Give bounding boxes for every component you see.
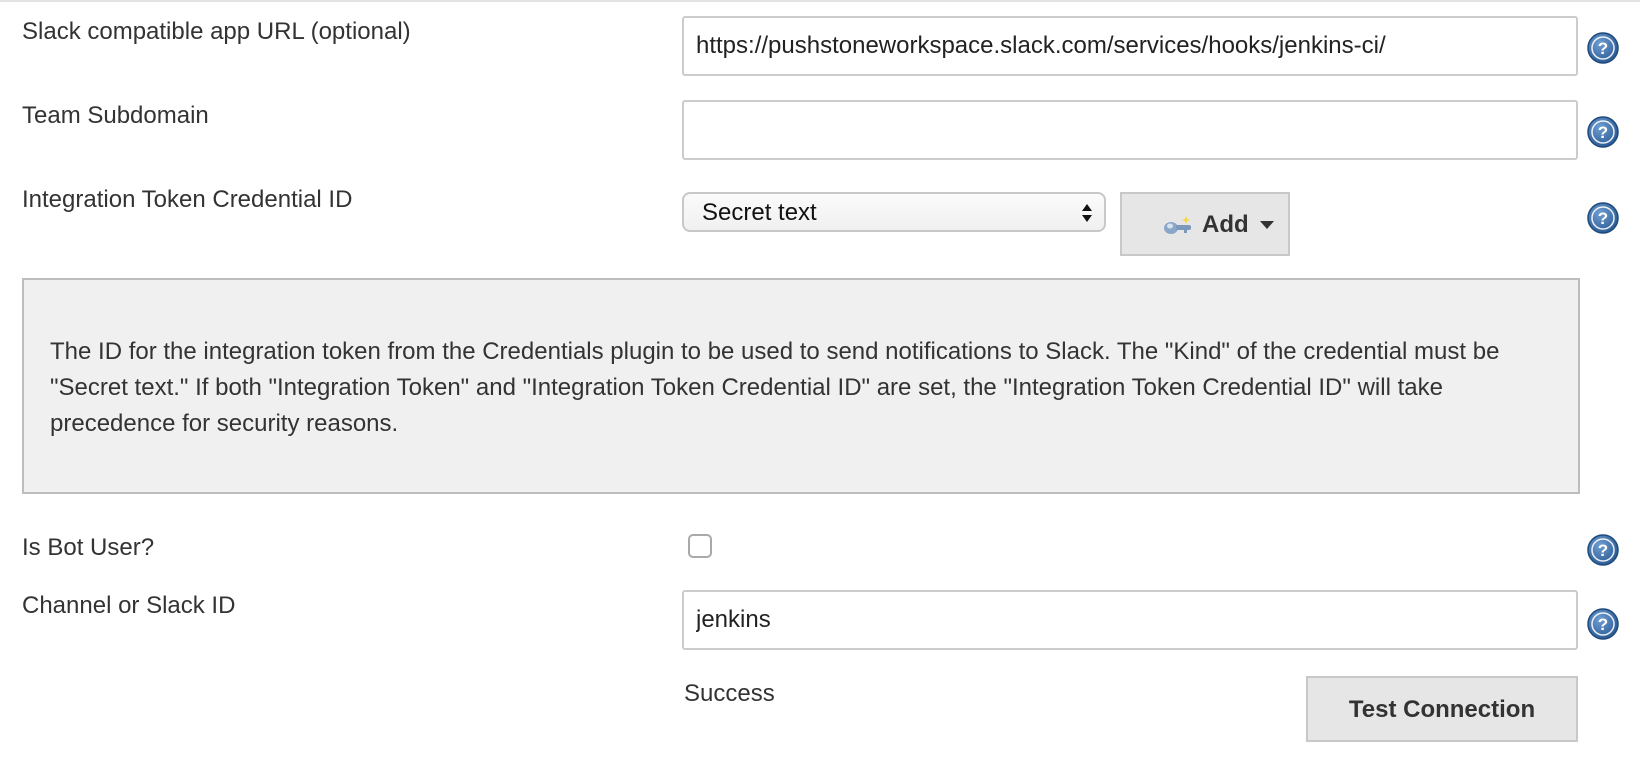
channel-label: Channel or Slack ID [22, 592, 236, 619]
svg-text:?: ? [1598, 39, 1608, 58]
key-icon [1164, 216, 1191, 234]
svg-text:?: ? [1598, 541, 1608, 560]
help-icon[interactable]: ? [1587, 202, 1619, 234]
test-connection-button[interactable]: Test Connection [1306, 676, 1578, 742]
slack-settings-form: Slack compatible app URL (optional) ? Te… [0, 0, 1640, 780]
help-icon[interactable]: ? [1587, 32, 1619, 64]
channel-input[interactable] [682, 590, 1578, 650]
help-icon[interactable]: ? [1587, 534, 1619, 566]
bot-user-checkbox[interactable] [688, 534, 712, 558]
add-button-label: Add [1202, 211, 1249, 238]
add-credential-button[interactable]: Add [1120, 192, 1290, 256]
help-icon[interactable]: ? [1587, 608, 1619, 640]
top-divider [0, 0, 1640, 2]
app-url-label: Slack compatible app URL (optional) [22, 18, 411, 45]
team-subdomain-input[interactable] [682, 100, 1578, 160]
credential-id-label: Integration Token Credential ID [22, 186, 353, 213]
chevron-down-icon [1260, 221, 1274, 229]
svg-text:?: ? [1598, 123, 1608, 142]
credential-select-value: Secret text [702, 199, 817, 226]
credential-select[interactable]: Secret text [682, 192, 1106, 232]
bot-user-label: Is Bot User? [22, 534, 155, 561]
credential-help-text: The ID for the integration token from th… [50, 338, 1500, 437]
app-url-input[interactable] [682, 16, 1578, 76]
team-subdomain-label: Team Subdomain [22, 102, 209, 129]
credential-help-panel: The ID for the integration token from th… [22, 278, 1580, 494]
select-arrows-icon [1082, 204, 1092, 222]
svg-text:?: ? [1598, 615, 1608, 634]
connection-status: Success [684, 680, 775, 707]
svg-text:?: ? [1598, 209, 1608, 228]
help-icon[interactable]: ? [1587, 116, 1619, 148]
